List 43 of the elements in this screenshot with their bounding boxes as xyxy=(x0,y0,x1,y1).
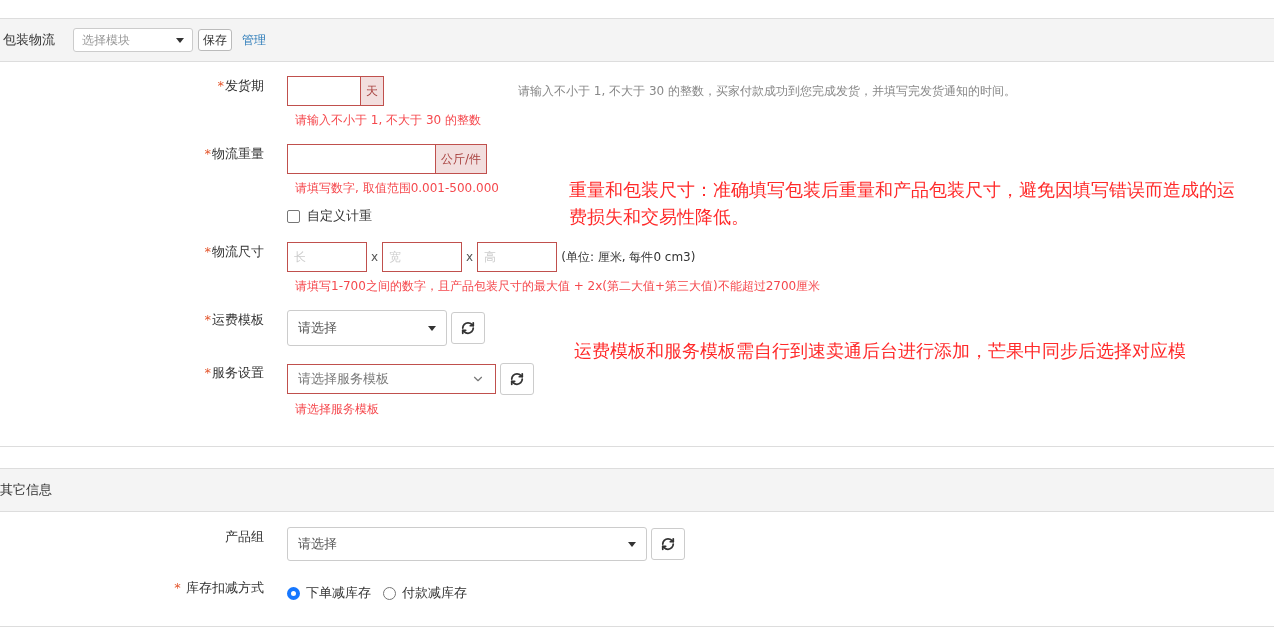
radio-option[interactable]: 付款减库存 xyxy=(383,584,467,602)
annotation-text: 重量和包装尺寸：准确填写包装后重量和产品包装尺寸，避免因填写错误而造成的运费损失和交易性降低。 xyxy=(569,178,1236,229)
unit-addon: 公斤/件 xyxy=(436,144,488,174)
checkbox[interactable] xyxy=(287,209,300,223)
radio-button[interactable] xyxy=(287,586,300,600)
times-sign: x xyxy=(466,250,474,264)
error-message: 请输入不小于 1, 不大于 30 的整数 xyxy=(295,113,481,127)
field-hint: 请输入不小于 1, 不大于 30 的整数，买家付款成功到您完成发货，并填写完发货通知的时间。 xyxy=(518,82,1016,100)
refresh-icon xyxy=(661,537,675,551)
select-field[interactable]: 请选择服务模板 xyxy=(287,364,496,394)
error-message: 请填写1-700之间的数字，且产品包装尺寸的最大值 + 2x(第二大值+第三大值)不能超过2700厘米 xyxy=(295,279,821,293)
refresh-button[interactable] xyxy=(451,312,485,344)
annotation-text: 运费模板和服务模板需自行到速卖通后台进行添加，芒果中同步后选择对应模 xyxy=(574,339,1187,363)
manage-link[interactable]: 管理 xyxy=(242,31,266,49)
input-field[interactable] xyxy=(287,144,436,174)
unit-addon: 天 xyxy=(361,76,384,106)
refresh-icon xyxy=(510,372,524,386)
section-title: 包装物流 xyxy=(3,31,55,49)
input-field[interactable] xyxy=(287,76,361,106)
refresh-icon xyxy=(461,321,475,335)
unit-note: (单位: 厘米, 每件0 cm3) xyxy=(561,248,696,266)
checkbox-label[interactable]: 自定义计重 xyxy=(287,207,372,225)
save-button[interactable]: 保存 xyxy=(198,29,232,51)
times-sign: x xyxy=(371,250,379,264)
caret-icon xyxy=(176,37,184,43)
select-field[interactable]: 请选择 xyxy=(287,310,447,346)
select-field[interactable]: 请选择 xyxy=(287,527,647,561)
field-label: *物流重量 xyxy=(203,145,264,163)
field-label: *服务设置 xyxy=(203,364,264,382)
radio-button[interactable] xyxy=(383,586,396,600)
field-label: *运费模板 xyxy=(203,311,264,329)
refresh-button[interactable] xyxy=(500,363,534,395)
radio-option[interactable]: 下单减库存 xyxy=(287,584,371,602)
field-label: 产品组 xyxy=(224,528,264,546)
refresh-button[interactable] xyxy=(651,528,685,560)
field-label: *物流尺寸 xyxy=(203,243,264,261)
caret-icon xyxy=(428,325,436,331)
field-label: * 库存扣减方式 xyxy=(173,579,264,597)
error-message: 请填写数字, 取值范围0.001-500.000 xyxy=(295,181,499,195)
field-label: *发货期 xyxy=(216,77,264,95)
caret-icon xyxy=(628,541,636,547)
section-title: 其它信息 xyxy=(0,481,52,499)
error-message: 请选择服务模板 xyxy=(295,402,379,416)
